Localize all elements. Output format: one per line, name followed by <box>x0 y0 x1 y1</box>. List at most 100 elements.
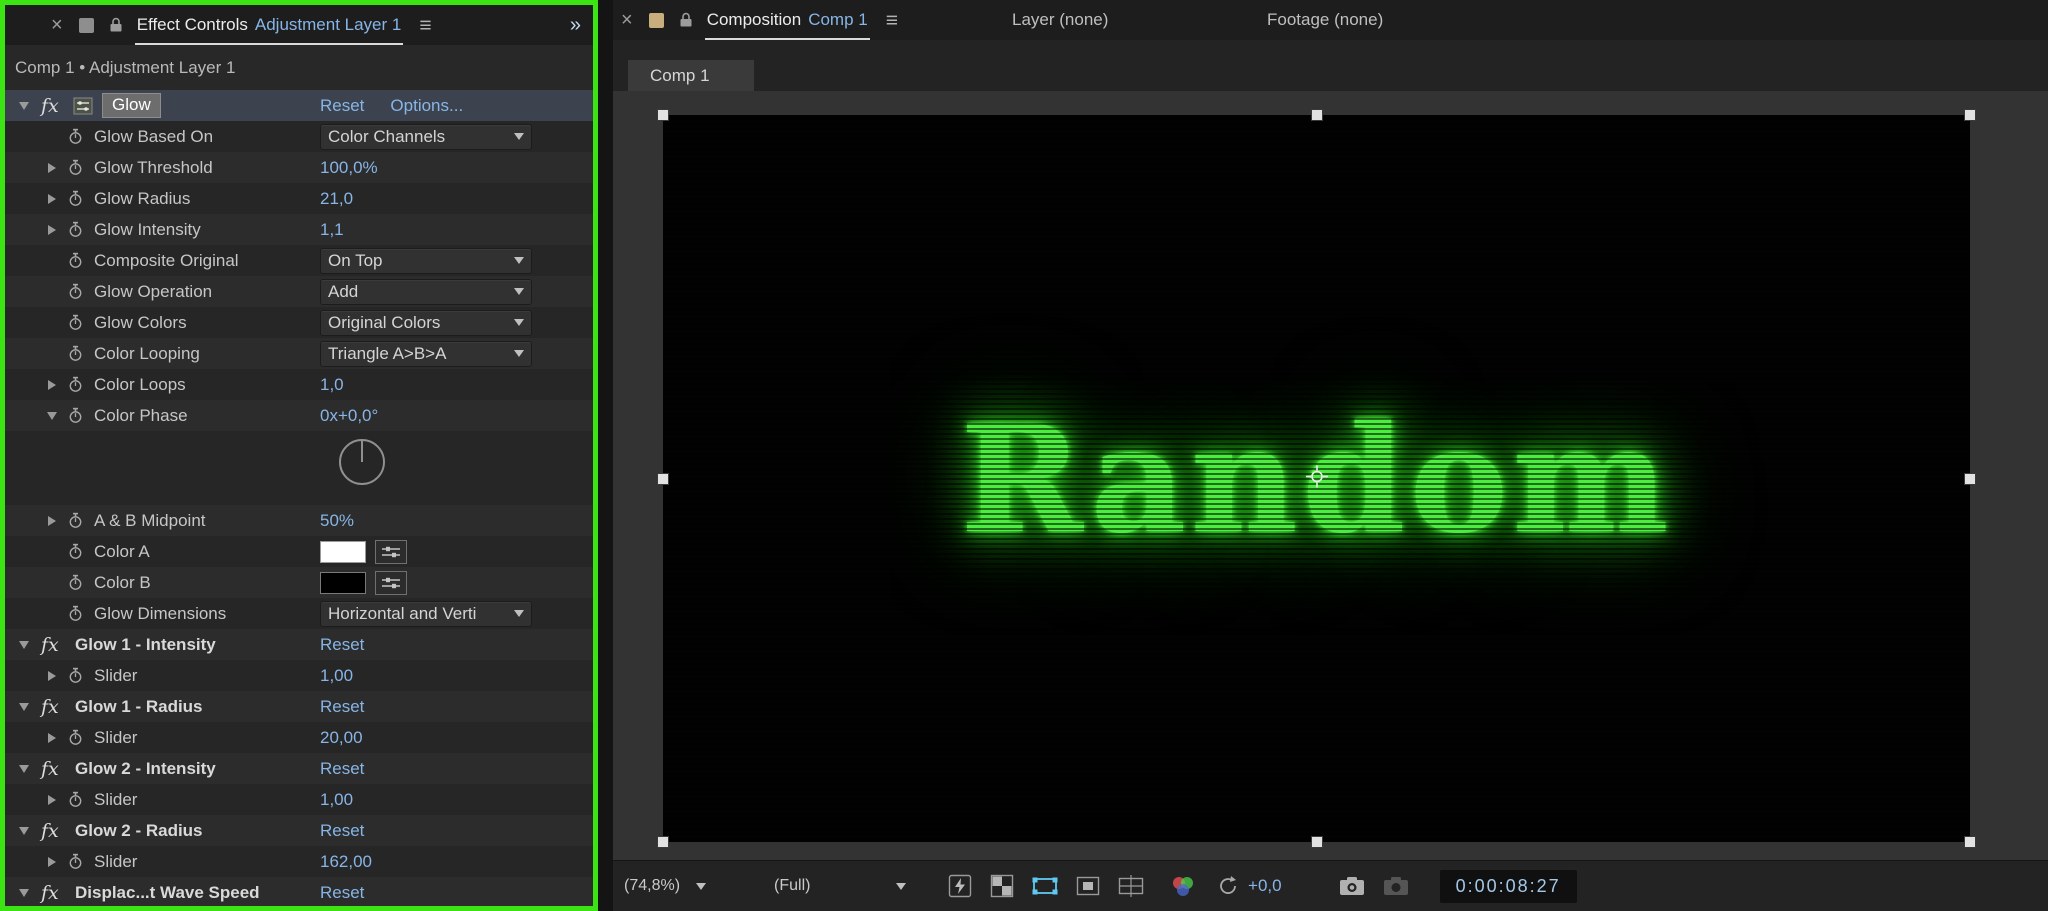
stopwatch-icon[interactable] <box>68 252 86 269</box>
disclosure-right-icon[interactable] <box>45 514 59 528</box>
color-a-swatch[interactable] <box>320 540 366 563</box>
fx-icon[interactable]: fx <box>41 634 69 656</box>
disclosure-right-icon[interactable] <box>45 161 59 175</box>
angle-dial[interactable] <box>336 436 388 488</box>
panel-menu-icon[interactable]: ≡ <box>419 15 431 36</box>
reset-link[interactable]: Reset <box>320 821 364 841</box>
reset-link[interactable]: Reset <box>320 697 364 717</box>
stopwatch-icon[interactable] <box>68 283 86 300</box>
show-channels-icon[interactable] <box>1170 874 1196 898</box>
tab-layer[interactable]: Layer (none) <box>1012 0 1108 40</box>
property-value[interactable]: 1,0 <box>320 375 344 395</box>
options-link[interactable]: Options... <box>390 96 463 116</box>
show-snapshot-icon[interactable] <box>1382 874 1410 898</box>
viewer-tab-comp1[interactable]: Comp 1 <box>628 60 754 91</box>
disclosure-down-icon[interactable] <box>17 99 31 113</box>
reset-link[interactable]: Reset <box>320 883 364 903</box>
reset-exposure-icon[interactable] <box>1216 874 1240 898</box>
disclosure-down-icon[interactable] <box>17 638 31 652</box>
grid-guides-icon[interactable] <box>1118 874 1144 898</box>
resolution-dropdown[interactable]: (Full) <box>774 877 907 895</box>
tab-composition[interactable]: Composition Comp 1 <box>704 10 870 40</box>
panel-menu-icon[interactable]: ≡ <box>886 10 898 31</box>
effect-group-row-displacement-wave-speed[interactable]: fx Displac...t Wave Speed Reset <box>5 877 593 906</box>
disclosure-right-icon[interactable] <box>45 223 59 237</box>
stopwatch-icon[interactable] <box>68 407 86 424</box>
property-value[interactable]: 50% <box>320 511 354 531</box>
disclosure-right-icon[interactable] <box>45 378 59 392</box>
selection-handle[interactable] <box>1310 836 1323 848</box>
selection-handle[interactable] <box>1964 109 1976 121</box>
tab-effect-controls[interactable]: Effect Controls Adjustment Layer 1 <box>134 15 403 45</box>
stopwatch-icon[interactable] <box>68 791 86 808</box>
disclosure-down-icon[interactable] <box>17 762 31 776</box>
disclosure-right-icon[interactable] <box>45 669 59 683</box>
color-sliders-icon[interactable] <box>375 539 407 564</box>
stopwatch-icon[interactable] <box>68 574 86 591</box>
composition-canvas[interactable]: Random <box>657 109 1976 848</box>
exposure-control[interactable]: +0,0 <box>1216 874 1282 898</box>
exposure-value[interactable]: +0,0 <box>1248 876 1282 896</box>
stopwatch-icon[interactable] <box>68 605 86 622</box>
effect-header-row[interactable]: fx Glow Reset Options... <box>5 90 593 121</box>
property-value[interactable]: 1,1 <box>320 220 344 240</box>
tab-footage[interactable]: Footage (none) <box>1267 0 1383 40</box>
disclosure-right-icon[interactable] <box>45 192 59 206</box>
disclosure-right-icon[interactable] <box>45 855 59 869</box>
region-of-interest-icon[interactable] <box>1076 874 1100 898</box>
stopwatch-icon[interactable] <box>68 729 86 746</box>
panel-overflow-icon[interactable]: » <box>570 14 581 37</box>
property-value[interactable]: 0x+0,0° <box>320 406 378 426</box>
lock-icon[interactable] <box>109 17 123 33</box>
fast-previews-icon[interactable] <box>948 874 972 898</box>
selection-handle[interactable] <box>1964 836 1976 848</box>
take-snapshot-icon[interactable] <box>1338 874 1366 898</box>
effect-group-row-glow2-radius[interactable]: fx Glow 2 - Radius Reset <box>5 815 593 846</box>
effect-name[interactable]: Glow <box>102 93 161 118</box>
stopwatch-icon[interactable] <box>68 314 86 331</box>
selection-handle[interactable] <box>1964 472 1976 485</box>
glow-based-on-dropdown[interactable]: Color Channels <box>320 123 532 150</box>
property-value[interactable]: 21,0 <box>320 189 353 209</box>
transparency-grid-icon[interactable] <box>990 874 1014 898</box>
fx-icon[interactable]: fx <box>41 696 69 718</box>
fx-icon[interactable]: fx <box>41 820 69 842</box>
glow-operation-dropdown[interactable]: Add <box>320 278 532 305</box>
effect-group-row-glow1-radius[interactable]: fx Glow 1 - Radius Reset <box>5 691 593 722</box>
reset-link[interactable]: Reset <box>320 759 364 779</box>
effect-group-row-glow2-intensity[interactable]: fx Glow 2 - Intensity Reset <box>5 753 593 784</box>
stopwatch-icon[interactable] <box>68 667 86 684</box>
property-value[interactable]: 1,00 <box>320 666 353 686</box>
selection-handle[interactable] <box>1310 109 1323 121</box>
stopwatch-icon[interactable] <box>68 345 86 362</box>
reset-link[interactable]: Reset <box>320 96 364 116</box>
stopwatch-icon[interactable] <box>68 221 86 238</box>
stopwatch-icon[interactable] <box>68 128 86 145</box>
composite-original-dropdown[interactable]: On Top <box>320 247 532 274</box>
stopwatch-icon[interactable] <box>68 376 86 393</box>
selection-handle[interactable] <box>657 109 669 121</box>
fx-icon[interactable]: fx <box>41 758 69 780</box>
mask-shape-visibility-icon[interactable] <box>1032 874 1058 898</box>
stopwatch-icon[interactable] <box>68 853 86 870</box>
color-sliders-icon[interactable] <box>375 570 407 595</box>
close-panel-icon[interactable]: × <box>51 15 63 35</box>
property-value[interactable]: 20,00 <box>320 728 363 748</box>
disclosure-down-icon[interactable] <box>45 409 59 423</box>
stopwatch-icon[interactable] <box>68 159 86 176</box>
stopwatch-icon[interactable] <box>68 543 86 560</box>
stopwatch-icon[interactable] <box>68 190 86 207</box>
timecode-display[interactable]: 0:00:08:27 <box>1439 869 1577 903</box>
effect-group-row-glow1-intensity[interactable]: fx Glow 1 - Intensity Reset <box>5 629 593 660</box>
disclosure-right-icon[interactable] <box>45 731 59 745</box>
fx-icon[interactable]: fx <box>41 95 69 117</box>
stopwatch-icon[interactable] <box>68 512 86 529</box>
glow-dimensions-dropdown[interactable]: Horizontal and Verti <box>320 600 532 627</box>
anchor-point-icon[interactable] <box>1303 462 1331 495</box>
magnification-dropdown[interactable]: (74,8%) <box>624 877 707 895</box>
lock-icon[interactable] <box>679 12 693 28</box>
fx-icon[interactable]: fx <box>41 882 69 904</box>
disclosure-down-icon[interactable] <box>17 886 31 900</box>
disclosure-down-icon[interactable] <box>17 824 31 838</box>
property-value[interactable]: 162,00 <box>320 852 372 872</box>
